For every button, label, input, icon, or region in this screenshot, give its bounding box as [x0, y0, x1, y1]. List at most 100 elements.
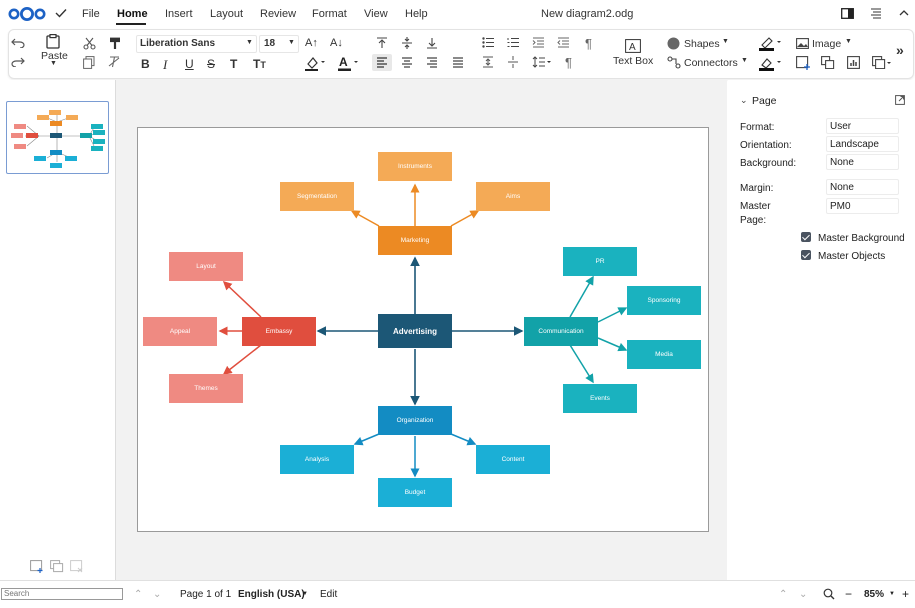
- formatting-marks-icon[interactable]: ¶: [585, 36, 592, 51]
- clear-formatting-icon[interactable]: [108, 56, 121, 68]
- numbered-list-icon[interactable]: [507, 37, 520, 48]
- fold-up-icon[interactable]: [898, 8, 910, 22]
- duplicate-slide-icon[interactable]: [50, 560, 64, 573]
- menu-format[interactable]: Format: [312, 8, 347, 20]
- paste-icon[interactable]: [46, 34, 60, 49]
- align-right-icon[interactable]: [426, 57, 438, 68]
- image-icon[interactable]: [796, 38, 809, 49]
- node-embassy[interactable]: Embassy: [242, 317, 316, 346]
- node-communication[interactable]: Communication: [524, 317, 598, 346]
- node-segmentation[interactable]: Segmentation: [280, 182, 354, 211]
- strikethrough-icon[interactable]: S: [207, 57, 215, 71]
- connectors-icon[interactable]: [667, 56, 681, 69]
- menu-review[interactable]: Review: [260, 8, 296, 20]
- fill-color-icon[interactable]: [759, 55, 783, 71]
- node-aims[interactable]: Aims: [476, 182, 550, 211]
- shapes-icon[interactable]: [667, 37, 680, 50]
- master-background-label[interactable]: Master Background: [818, 233, 905, 244]
- redo-icon[interactable]: [11, 57, 25, 67]
- more-toolbar-icon[interactable]: »: [896, 42, 904, 58]
- language-dropdown-arrow[interactable]: ▼: [302, 591, 308, 597]
- menu-file[interactable]: File: [82, 8, 100, 20]
- menu-layout[interactable]: Layout: [210, 8, 243, 20]
- master-objects-checkbox[interactable]: [801, 250, 811, 260]
- page-prev-icon[interactable]: ⌃: [779, 589, 787, 600]
- node-events[interactable]: Events: [563, 384, 637, 413]
- nextcloud-logo-icon[interactable]: [8, 6, 46, 25]
- search-prev-icon[interactable]: ⌃: [134, 589, 142, 600]
- copy-icon[interactable]: [83, 56, 95, 69]
- paste-dropdown-arrow[interactable]: ▼: [50, 60, 57, 67]
- page-section-collapse-icon[interactable]: ⌄: [740, 95, 748, 106]
- new-slide-icon[interactable]: [30, 560, 44, 573]
- shapes-button[interactable]: Shapes: [684, 38, 720, 50]
- text-box-icon[interactable]: A: [625, 39, 641, 53]
- arrange-icon[interactable]: [821, 56, 835, 69]
- search-next-icon[interactable]: ⌄: [153, 589, 161, 600]
- bold-icon[interactable]: B: [141, 57, 150, 71]
- node-marketing[interactable]: Marketing: [378, 226, 452, 255]
- master-page-field[interactable]: PM0: [826, 198, 899, 214]
- node-pr[interactable]: PR: [563, 247, 637, 276]
- master-objects-label[interactable]: Master Objects: [818, 251, 885, 262]
- shadow-icon[interactable]: T: [230, 57, 237, 71]
- increase-indent-icon[interactable]: [532, 37, 545, 48]
- node-media[interactable]: Media: [627, 340, 701, 369]
- text-box-button[interactable]: Text Box: [613, 55, 653, 67]
- italic-icon[interactable]: I: [163, 57, 167, 73]
- node-organization[interactable]: Organization: [378, 406, 452, 435]
- node-appeal[interactable]: Appeal: [143, 317, 217, 346]
- align-center-vertical-icon[interactable]: [401, 37, 413, 49]
- bullet-list-icon[interactable]: [482, 37, 495, 48]
- menu-home[interactable]: Home: [117, 8, 148, 20]
- clone-formatting-icon[interactable]: [109, 37, 121, 50]
- group-icon[interactable]: [872, 56, 892, 69]
- shapes-dropdown-arrow[interactable]: ▼: [722, 38, 729, 45]
- align-top-icon[interactable]: [376, 37, 388, 49]
- background-field[interactable]: None: [826, 154, 899, 170]
- line-color-icon[interactable]: [759, 35, 783, 51]
- node-layout[interactable]: Layout: [169, 252, 243, 281]
- zoom-search-icon[interactable]: [823, 588, 835, 600]
- image-button[interactable]: Image: [812, 38, 841, 50]
- paragraph-icon[interactable]: ¶: [565, 55, 572, 70]
- justify-icon[interactable]: [452, 57, 464, 68]
- format-field[interactable]: User: [826, 118, 899, 134]
- sidebar-toggle-icon[interactable]: [841, 8, 854, 22]
- highlight-color-icon[interactable]: [305, 55, 325, 71]
- menu-insert[interactable]: Insert: [165, 8, 193, 20]
- menu-view[interactable]: View: [364, 8, 388, 20]
- underline-icon[interactable]: U: [185, 57, 194, 71]
- delete-slide-icon[interactable]: [70, 560, 84, 573]
- line-spacing-icon[interactable]: [532, 56, 552, 68]
- align-left-icon[interactable]: [372, 54, 392, 71]
- font-size-dropdown-arrow[interactable]: ▼: [288, 39, 295, 46]
- master-background-checkbox[interactable]: [801, 232, 811, 242]
- shrink-font-icon[interactable]: A↓: [330, 37, 343, 49]
- zoom-dropdown-arrow[interactable]: ▼: [889, 591, 895, 597]
- insert-shape-icon[interactable]: [796, 56, 810, 70]
- language-selector[interactable]: English (USA): [238, 589, 305, 600]
- image-dropdown-arrow[interactable]: ▼: [845, 38, 852, 45]
- font-color-icon[interactable]: A: [338, 55, 360, 71]
- drawing-page[interactable]: Advertising Marketing Instruments Segmen…: [137, 127, 709, 532]
- margin-field[interactable]: None: [826, 179, 899, 195]
- align-bottom-icon[interactable]: [426, 37, 438, 49]
- node-content[interactable]: Content: [476, 445, 550, 474]
- search-input[interactable]: [1, 588, 123, 600]
- connectors-button[interactable]: Connectors: [684, 57, 738, 69]
- node-instruments[interactable]: Instruments: [378, 152, 452, 181]
- node-advertising[interactable]: Advertising: [378, 314, 452, 348]
- node-sponsoring[interactable]: Sponsoring: [627, 286, 701, 315]
- undo-icon[interactable]: [11, 38, 25, 48]
- document-title[interactable]: New diagram2.odg: [541, 8, 633, 20]
- chart-icon[interactable]: [847, 56, 860, 69]
- spacing-icon[interactable]: [507, 56, 519, 68]
- orientation-field[interactable]: Landscape: [826, 136, 899, 152]
- cut-icon[interactable]: [83, 37, 96, 50]
- paragraph-spacing-icon[interactable]: [482, 56, 494, 68]
- connectors-dropdown-arrow[interactable]: ▼: [741, 57, 748, 64]
- page-section-title[interactable]: Page: [752, 95, 777, 107]
- font-name-dropdown-arrow[interactable]: ▼: [246, 39, 253, 46]
- compact-toolbar-icon[interactable]: [870, 8, 882, 22]
